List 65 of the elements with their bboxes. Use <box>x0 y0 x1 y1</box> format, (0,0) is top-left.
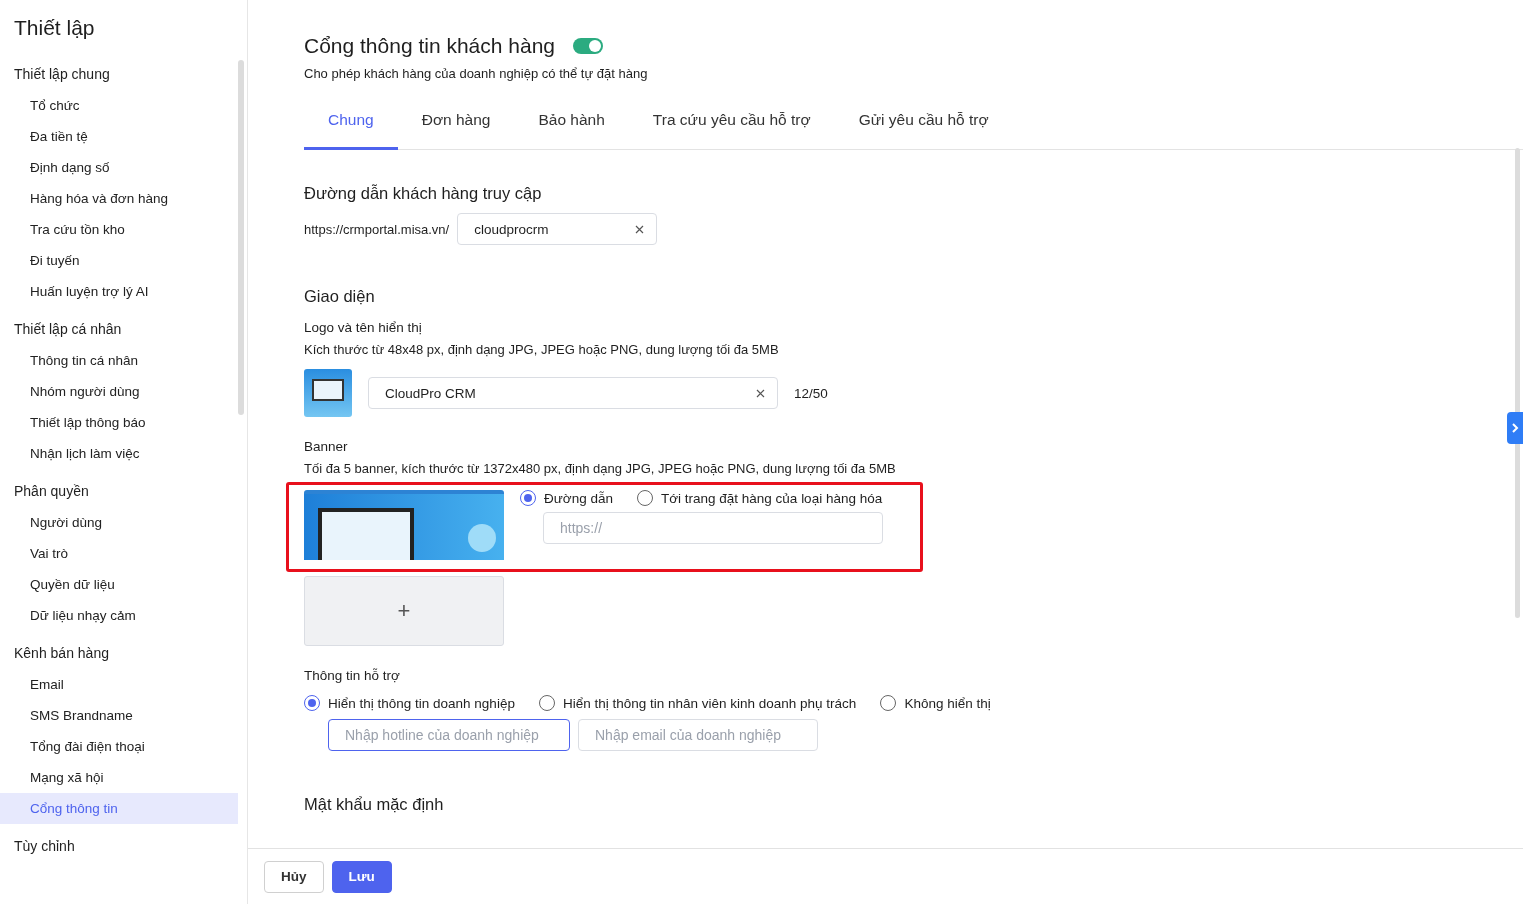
field-label: Banner <box>304 439 349 454</box>
add-banner-button[interactable]: + <box>304 576 504 646</box>
char-counter: 12/50 <box>794 385 828 401</box>
section-heading: Tùy chỉnh <box>13 837 76 856</box>
sidebar-item[interactable]: SMS Brandname <box>0 700 238 731</box>
sidebar-item[interactable]: Vai trò <box>0 538 238 569</box>
sidebar-item[interactable]: Tổng đài điện thoại <box>0 731 238 762</box>
tab[interactable]: Tra cứu yêu cầu hỗ trợ <box>628 93 835 150</box>
tab[interactable]: Gửi yêu cầu hỗ trợ <box>834 93 1013 150</box>
name-field[interactable]: CloudPro CRM <box>368 377 778 409</box>
page-subtitle: Cho phép khách hàng của doanh nghiệp có thể tự đặt hàng <box>304 66 649 81</box>
sidebar-item[interactable]: Cổng thông tin <box>0 793 238 824</box>
chevron-right-icon <box>1511 422 1519 434</box>
slug-field[interactable]: cloudprocrm <box>457 213 658 245</box>
sidebar-title: Thiết lập <box>13 16 96 40</box>
sidebar-item[interactable]: Dữ liệu nhạy cảm <box>0 600 238 631</box>
sidebar-item[interactable]: Hàng hóa và đơn hàng <box>0 183 238 214</box>
section-heading: Giao diện <box>304 287 376 306</box>
sidebar-item[interactable]: Nhóm người dùng <box>0 376 238 407</box>
hotline-field[interactable]: Nhập hotline của doanh nghiệp <box>328 719 570 751</box>
scrollbar-thumb[interactable] <box>1515 148 1520 618</box>
toggle-switch[interactable] <box>573 38 604 54</box>
sidebar-item[interactable]: Tra cứu tồn kho <box>0 214 238 245</box>
radio-option[interactable]: Tới trang đặt hàng của loại hàng hóa <box>636 490 883 506</box>
expand-button[interactable] <box>1507 412 1523 444</box>
radio-option[interactable]: Không hiển thị <box>880 695 991 711</box>
logo-thumbnail[interactable] <box>304 369 352 417</box>
sidebar-item[interactable]: Email <box>0 669 238 700</box>
sidebar-item[interactable]: Đi tuyến <box>0 245 238 276</box>
section-heading: Thiết lập cá nhân <box>13 320 123 339</box>
sidebar-item[interactable]: Đa tiền tệ <box>0 121 238 152</box>
section-heading: Đường dẫn khách hàng truy cập <box>304 184 543 203</box>
hint-text: Kích thước từ 48x48 px, định dạng JPG, JPEG hoặc PNG, dung lượng tối đa 5MB <box>304 342 780 357</box>
sidebar-item[interactable]: Quyền dữ liệu <box>0 569 238 600</box>
radio-option[interactable]: Đường dẫn <box>520 490 613 506</box>
email-field[interactable]: Nhập email của doanh nghiệp <box>578 719 818 751</box>
sidebar-item[interactable]: Nhận lịch làm việc <box>0 438 238 469</box>
tab[interactable]: Bảo hành <box>514 93 629 150</box>
sidebar-item[interactable]: Định dạng số <box>0 152 238 183</box>
scrollbar-thumb[interactable] <box>238 60 244 415</box>
tab[interactable]: Đơn hàng <box>397 93 515 150</box>
cancel-button[interactable]: Hủy <box>264 860 324 893</box>
page-title: Cổng thông tin khách hàng <box>304 34 556 58</box>
clear-icon[interactable] <box>635 224 645 234</box>
radio-option[interactable]: Hiển thị thông tin nhân viên kinh doanh phụ trách <box>538 695 857 711</box>
sidebar-item[interactable]: Tổ chức <box>0 90 238 121</box>
section-heading: Phân quyền <box>13 482 90 501</box>
sidebar-item[interactable]: Thiết lập thông báo <box>0 407 238 438</box>
url-prefix: https://crmportal.misa.vn/ <box>304 221 450 237</box>
sidebar-item[interactable]: Huấn luyện trợ lý AI <box>0 276 238 307</box>
save-button[interactable]: Lưu <box>331 860 392 893</box>
field-label: Thông tin hỗ trợ <box>304 668 401 683</box>
clear-icon[interactable] <box>756 388 765 398</box>
section-heading: Mật khẩu mặc định <box>304 795 445 814</box>
banner-image[interactable] <box>304 490 504 560</box>
section-heading: Thiết lập chung <box>13 65 111 84</box>
sidebar-item[interactable]: Người dùng <box>0 507 238 538</box>
section-heading: Kênh bán hàng <box>13 644 110 663</box>
hint-text: Tối đa 5 banner, kích thước từ 1372x480 px, định dạng JPG, JPEG hoặc PNG, dung lượng tối đa 5MB <box>304 461 897 476</box>
sidebar-item[interactable]: Mạng xã hội <box>0 762 238 793</box>
sidebar-item[interactable]: Thông tin cá nhân <box>0 345 238 376</box>
field-label: Logo và tên hiển thị <box>304 320 423 335</box>
url-field[interactable]: https:// <box>543 512 883 544</box>
tab[interactable]: Chung <box>304 93 398 150</box>
radio-option[interactable]: Hiển thị thông tin doanh nghiệp <box>304 695 515 711</box>
